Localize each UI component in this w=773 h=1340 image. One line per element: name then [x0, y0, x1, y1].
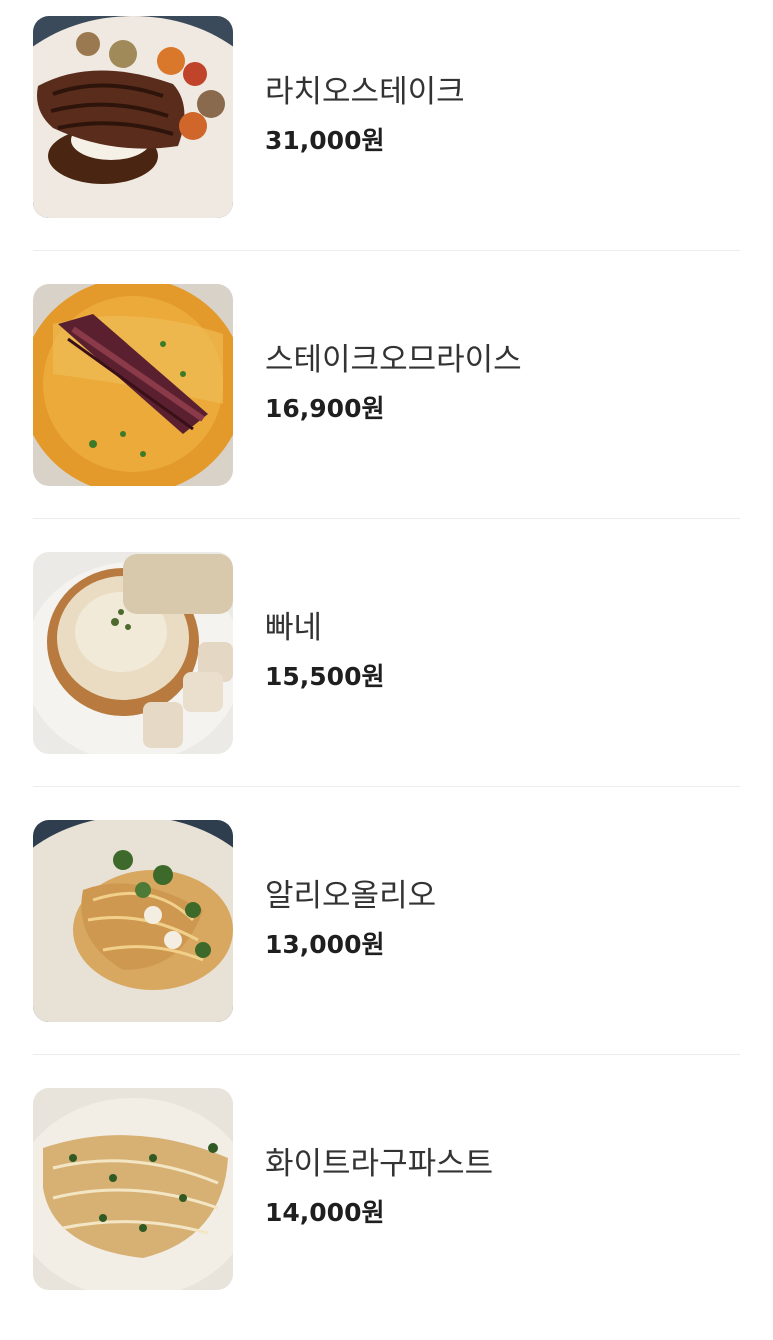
menu-item-price: 31,000원 [265, 126, 385, 155]
menu-item-price: 14,000원 [265, 1198, 385, 1227]
menu-item-name: 라치오스테이크 [265, 74, 465, 110]
white-ragu-pasta-image [33, 1088, 233, 1290]
steak-plate-image [33, 16, 233, 218]
divider [33, 518, 740, 519]
pane-bread-bowl-image [33, 552, 233, 754]
menu-item-aglio-olio[interactable]: 알리오올리오 13,000원 [0, 804, 773, 1072]
menu-item-name: 스테이크오므라이스 [265, 342, 522, 378]
menu-item-name: 알리오올리오 [265, 878, 437, 914]
menu-item-name: 빠네 [265, 610, 323, 646]
steak-omurice-image [33, 284, 233, 486]
menu-item-price: 15,500원 [265, 662, 385, 691]
menu-item-name: 화이트라구파스트 [265, 1146, 494, 1182]
menu-item-pane[interactable]: 빠네 15,500원 [0, 536, 773, 804]
menu-item-lazio-steak[interactable]: 라치오스테이크 31,000원 [0, 0, 773, 268]
menu-item-price: 13,000원 [265, 930, 385, 959]
aglio-olio-image [33, 820, 233, 1022]
menu-item-price: 16,900원 [265, 394, 385, 423]
divider [33, 786, 740, 787]
menu-item-steak-omurice[interactable]: 스테이크오므라이스 16,900원 [0, 268, 773, 536]
divider [33, 250, 740, 251]
divider [33, 1054, 740, 1055]
menu-item-white-ragu-pasta[interactable]: 화이트라구파스트 14,000원 [0, 1072, 773, 1340]
